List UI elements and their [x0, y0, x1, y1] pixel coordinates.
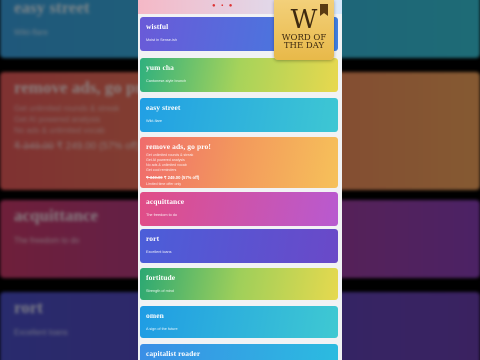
pro-feature: Get cool reminders — [146, 168, 177, 172]
word-subtitle: The freedom to do — [146, 213, 178, 217]
word-card-capitalist-roader[interactable]: capitalist roader — [140, 344, 338, 360]
logo-text: WORD OF THE DAY — [281, 33, 327, 51]
bg-card-new-price: ₹ 249.00 (57% off) — [56, 141, 140, 152]
word-card-yum-cha[interactable]: yum cha Cantonese-style brunch — [140, 58, 338, 92]
pro-feature: No ads & unlimited vocab — [146, 163, 187, 167]
word-card-omen[interactable]: omen A sign of the future — [140, 306, 338, 338]
pro-feature: Get unlimited rounds & streak — [146, 153, 194, 157]
word-title: fortitude — [146, 273, 176, 282]
word-subtitle: Excellent loans — [146, 250, 172, 254]
word-title: yum cha — [146, 63, 174, 72]
pro-upgrade-card[interactable]: remove ads, go pro! Get unlimited rounds… — [140, 137, 338, 188]
word-card-easy-street[interactable]: easy street Wikt-flare — [140, 98, 338, 132]
old-price: ₹ 349.00 — [146, 175, 163, 180]
word-subtitle: Wikt-flare — [146, 119, 163, 123]
word-title: omen — [146, 311, 164, 320]
pro-title: remove ads, go pro! — [146, 142, 211, 151]
word-title: capitalist roader — [146, 349, 201, 358]
top-strip-icons: ● ▪ ● — [212, 3, 235, 9]
word-card-acquittance[interactable]: acquittance The freedom to do — [140, 192, 338, 226]
bg-card-old-price: ₹ 349.00 — [14, 141, 54, 152]
word-title: easy street — [146, 103, 181, 112]
word-card-rort[interactable]: rort Excellent loans — [140, 229, 338, 263]
word-card-fortitude[interactable]: fortitude Strength of mind — [140, 268, 338, 300]
word-subtitle: Cantonese-style brunch — [146, 79, 187, 83]
word-title: rort — [146, 234, 160, 243]
word-of-the-day-logo: W WORD OF THE DAY — [274, 0, 334, 60]
pro-price: ₹ 349.00 ₹ 249.00 (57% off) — [146, 175, 332, 180]
new-price: ₹ 249.00 (57% off) — [163, 175, 200, 180]
word-subtitle: A sign of the future — [146, 327, 178, 331]
word-title: acquittance — [146, 197, 185, 206]
video-frame: easy street Wikt-flare remove ads, go pr… — [0, 0, 480, 360]
word-subtitle: Strength of mind — [146, 289, 174, 293]
pro-feature: Get AI powered analysis — [146, 158, 185, 162]
pro-note: Limited time offer only — [146, 182, 182, 186]
